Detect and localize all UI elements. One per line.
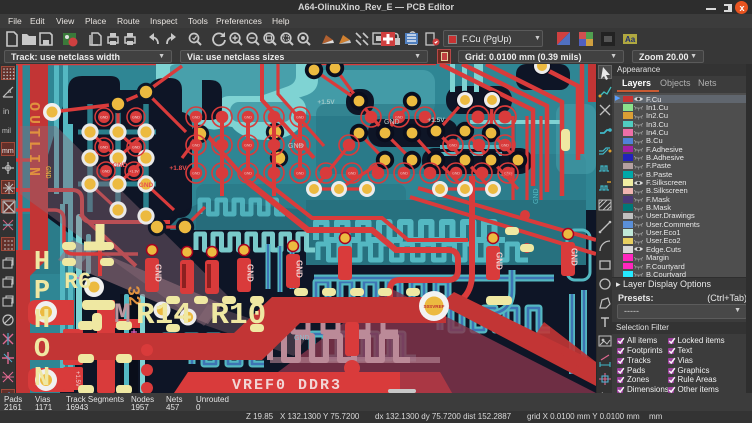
svg-text:GND: GND <box>192 144 200 148</box>
svg-text:GND: GND <box>244 144 252 148</box>
svg-text:VREF0 DDR3: VREF0 DDR3 <box>232 377 342 393</box>
svg-text:GND: GND <box>192 172 200 176</box>
svg-text:mm: mm <box>2 148 14 155</box>
svg-text:GND: GND <box>501 144 509 148</box>
svg-text:GND: GND <box>132 146 140 150</box>
svg-text:GND: GND <box>296 116 304 120</box>
svg-text:GND: GND <box>295 260 304 278</box>
svg-text:N: N <box>34 364 50 393</box>
svg-text:+1.5V: +1.5V <box>317 99 335 106</box>
svg-text:GND: GND <box>288 143 304 150</box>
svg-text:GND: GND <box>400 172 408 176</box>
svg-text:mil: mil <box>2 128 11 135</box>
svg-text:O: O <box>34 335 50 365</box>
svg-text:+1.8V: +1.8V <box>169 165 187 172</box>
svg-text:H: H <box>34 306 50 336</box>
svg-text:GND: GND <box>452 172 460 176</box>
svg-text:a: a <box>8 89 12 95</box>
svg-text:S0SVREF: S0SVREF <box>424 304 445 309</box>
svg-text:OUTLIN: OUTLIN <box>25 102 42 180</box>
svg-text:GND: GND <box>43 166 51 179</box>
svg-text:Aa: Aa <box>625 35 636 44</box>
svg-text:R6: R6 <box>64 269 92 295</box>
svg-text:GND: GND <box>533 188 540 204</box>
svg-text:GND: GND <box>384 119 400 126</box>
svg-text:GND: GND <box>296 172 304 176</box>
svg-text:GND: GND <box>495 252 504 270</box>
svg-text:GND: GND <box>192 116 200 120</box>
svg-text:+1.3V: +1.3V <box>129 170 139 174</box>
svg-text:GND: GND <box>570 248 579 266</box>
svg-text:GND: GND <box>244 116 252 120</box>
svg-text:GND: GND <box>449 144 457 148</box>
svg-text:GND: GND <box>132 116 140 120</box>
svg-text:GND: GND <box>348 172 356 176</box>
svg-text:GND: GND <box>246 264 255 282</box>
svg-text:+1.5V: +1.5V <box>427 117 445 124</box>
svg-text:GND: GND <box>113 162 128 169</box>
svg-text:P: P <box>34 277 50 307</box>
svg-text:H: H <box>34 248 50 278</box>
svg-text:GND: GND <box>100 146 108 150</box>
svg-text:in: in <box>3 107 9 116</box>
svg-text:GND: GND <box>102 170 110 174</box>
svg-text:GND: GND <box>100 116 108 120</box>
svg-text:GND: GND <box>154 264 163 282</box>
svg-text:M: M <box>114 300 131 331</box>
svg-text:R14 R10: R14 R10 <box>136 298 266 333</box>
svg-text:GND: GND <box>294 335 310 342</box>
svg-text:+1.5V: +1.5V <box>496 171 514 178</box>
svg-text:GND: GND <box>244 172 252 176</box>
svg-text:GND: GND <box>139 182 154 189</box>
svg-text:+1.5V: +1.5V <box>74 371 80 387</box>
